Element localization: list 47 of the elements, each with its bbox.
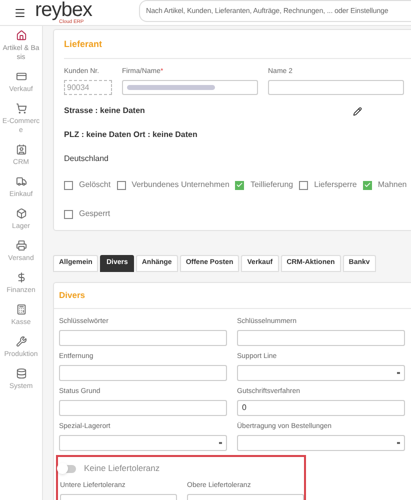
address-line: PLZ : keine Daten Ort : keine Daten bbox=[64, 129, 198, 141]
checkbox-label: Verbundenes Unternehmen bbox=[132, 179, 230, 191]
input-field[interactable] bbox=[268, 80, 404, 95]
select-field[interactable] bbox=[237, 364, 405, 381]
cart-icon bbox=[16, 103, 26, 114]
checkbox[interactable] bbox=[64, 180, 73, 190]
address-line: Strasse : keine Daten bbox=[64, 105, 145, 117]
toggle-switch[interactable] bbox=[60, 464, 76, 473]
database-icon bbox=[16, 368, 26, 379]
logo: reybex bbox=[35, 0, 92, 20]
printer-icon bbox=[16, 240, 26, 251]
wrench-icon bbox=[16, 336, 26, 347]
input-field[interactable] bbox=[59, 330, 227, 346]
caret-icon bbox=[219, 442, 222, 444]
dollar-icon bbox=[16, 272, 26, 283]
checkbox[interactable] bbox=[235, 180, 244, 190]
address-line: Deutschland bbox=[64, 153, 110, 165]
checkbox-label: Mahnen bbox=[378, 179, 407, 191]
company-field[interactable] bbox=[122, 80, 258, 95]
home-icon bbox=[16, 30, 26, 41]
toggle-label: Keine Liefertoleranz bbox=[84, 462, 160, 476]
checkbox-label: Teillieferung bbox=[250, 179, 294, 191]
box-icon bbox=[16, 208, 26, 219]
checkbox-label: Liefersperre bbox=[314, 179, 357, 191]
calculator-icon bbox=[16, 304, 26, 315]
caret-icon bbox=[397, 442, 400, 444]
truck-icon bbox=[16, 176, 26, 187]
contact-icon bbox=[16, 144, 26, 155]
checkbox[interactable] bbox=[362, 180, 372, 190]
checkbox-label: Gesperrt bbox=[79, 208, 110, 220]
input-field[interactable] bbox=[59, 364, 227, 381]
caret-icon bbox=[397, 372, 400, 374]
customer-number-field[interactable]: 90034 bbox=[64, 80, 112, 95]
checkbox[interactable] bbox=[116, 180, 126, 190]
credit-card-icon bbox=[16, 71, 26, 82]
checkbox-label: Gelöscht bbox=[79, 179, 111, 191]
checkbox[interactable] bbox=[64, 210, 73, 218]
input-field[interactable] bbox=[59, 400, 227, 416]
select-field[interactable] bbox=[59, 434, 227, 451]
input-field[interactable]: 0 bbox=[237, 400, 405, 416]
menu-icon[interactable] bbox=[14, 6, 26, 18]
card-title: Lieferant bbox=[64, 38, 411, 58]
pencil-icon[interactable] bbox=[353, 106, 362, 116]
input-field[interactable] bbox=[237, 330, 405, 346]
checkbox[interactable] bbox=[299, 180, 308, 190]
select-field[interactable] bbox=[237, 434, 405, 451]
card-title: Divers bbox=[54, 289, 411, 309]
